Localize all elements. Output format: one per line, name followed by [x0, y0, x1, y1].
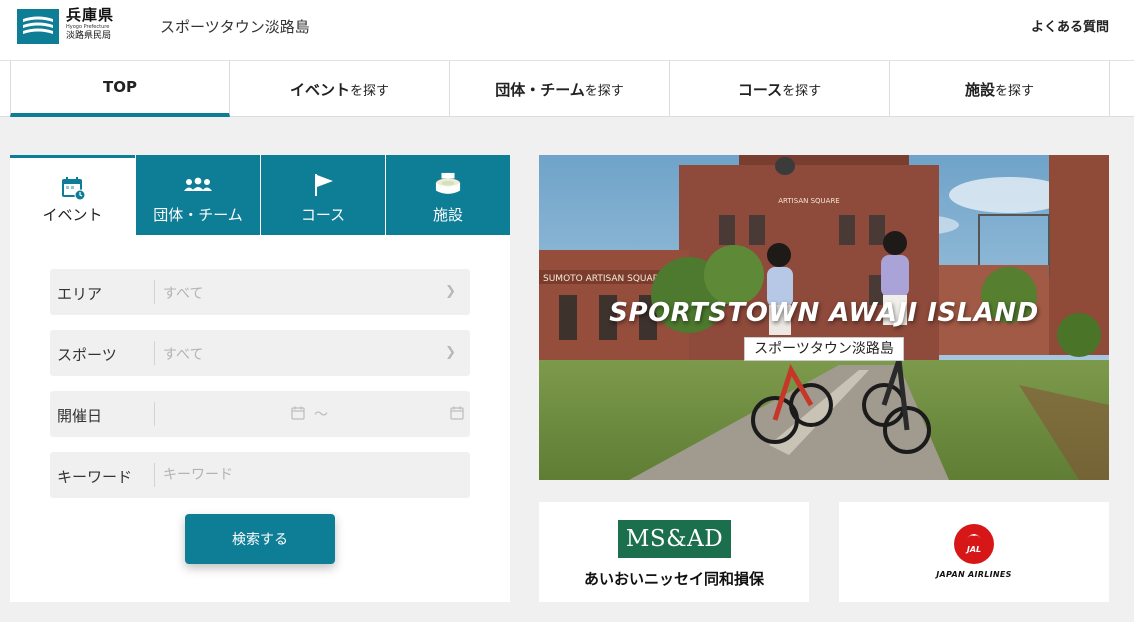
area-select[interactable]: エリア すべて ❯: [50, 269, 470, 315]
building-sign-text: SUMOTO ARTISAN SQUARE: [543, 274, 665, 284]
date-label: 開催日: [57, 407, 103, 425]
end-date-calendar-icon[interactable]: [450, 406, 464, 420]
search-tabs: イベント 団体・チーム コース 施設: [10, 155, 510, 235]
stadium-icon: [435, 172, 461, 194]
tab-facility[interactable]: 施設: [385, 155, 510, 235]
tab-course[interactable]: コース: [260, 155, 385, 235]
prefecture-name: 兵庫県: [66, 6, 115, 24]
nav-label-suffix: を探す: [782, 83, 822, 99]
field-divider: [154, 341, 155, 365]
keyword-label: キーワード: [57, 468, 133, 486]
msad-logo: MS&AD: [618, 520, 731, 558]
tab-label: コース: [300, 206, 346, 224]
date-range-field[interactable]: 開催日 ～: [50, 391, 470, 437]
sponsor-name: あいおいニッセイ同和損保: [583, 570, 764, 588]
site-name[interactable]: スポーツタウン淡路島: [160, 16, 310, 37]
nav-label-suffix: を探す: [995, 83, 1035, 99]
hero-subtitle: スポーツタウン淡路島: [744, 337, 904, 361]
nav-label: 施設: [964, 80, 995, 99]
sponsor-jal[interactable]: JAL JAPAN AIRLINES: [839, 502, 1109, 602]
hero-banner[interactable]: ARTISAN SQUARE SUMOTO ARTISAN SQUARE SPO…: [539, 155, 1109, 480]
faq-link[interactable]: よくある質問: [1031, 16, 1109, 35]
date-separator: ～: [314, 407, 328, 423]
nav-label-suffix: を探す: [350, 83, 390, 99]
group-icon: [184, 177, 212, 191]
field-divider: [154, 402, 155, 426]
nav-label-suffix: を探す: [584, 83, 624, 99]
field-divider: [154, 463, 155, 487]
logo-text[interactable]: 兵庫県 Hyogo Prefecture 淡路県民局: [66, 7, 114, 42]
site-header: 兵庫県 Hyogo Prefecture 淡路県民局 スポーツタウン淡路島 よく…: [0, 0, 1134, 61]
roof-sign-text: ARTISAN SQUARE: [778, 197, 839, 205]
nav-facilities[interactable]: 施設 を探す: [890, 61, 1110, 117]
field-divider: [154, 280, 155, 304]
tab-event[interactable]: イベント: [10, 155, 135, 235]
nav-teams[interactable]: 団体・チーム を探す: [450, 61, 670, 117]
area-value: すべて: [163, 286, 204, 302]
nav-label: イベント: [289, 80, 350, 99]
prefecture-name-en: Hyogo Prefecture: [66, 24, 110, 30]
calendar-icon: [61, 177, 85, 201]
sports-value: すべて: [163, 347, 204, 363]
nav-top[interactable]: TOP: [10, 61, 230, 117]
chevron-right-icon: ❯: [445, 345, 456, 360]
sponsor-msad[interactable]: MS&AD あいおいニッセイ同和損保: [539, 502, 809, 602]
jal-crane-logo-icon: JAL: [954, 524, 994, 564]
chevron-right-icon: ❯: [445, 284, 456, 299]
sponsor-name: JAPAN AIRLINES: [936, 570, 1012, 579]
sports-label: スポーツ: [57, 346, 117, 364]
area-label: エリア: [57, 285, 103, 303]
nav-label: 団体・チーム: [495, 80, 585, 99]
tab-label: イベント: [42, 206, 103, 224]
office-name: 淡路県民局: [66, 31, 112, 41]
search-panel: イベント 団体・チーム コース 施設 エリア すべて ❯ スポーツ すべて ❯ …: [10, 155, 510, 602]
tab-label: 施設: [432, 206, 463, 224]
hero-title: SPORTSTOWN AWAJI ISLAND: [609, 298, 1039, 328]
nav-label: TOP: [103, 78, 137, 96]
keyword-input[interactable]: [163, 464, 453, 486]
nav-courses[interactable]: コース を探す: [670, 61, 890, 117]
nav-events[interactable]: イベント を探す: [230, 61, 450, 117]
nav-label: コース: [737, 80, 783, 99]
hyogo-logo-icon[interactable]: [17, 9, 59, 44]
keyword-field: キーワード: [50, 452, 470, 498]
search-button[interactable]: 検索する: [185, 514, 335, 564]
sports-select[interactable]: スポーツ すべて ❯: [50, 330, 470, 376]
flag-icon: [315, 174, 333, 196]
jal-logo-text: JAL: [965, 545, 981, 554]
start-date-calendar-icon[interactable]: [291, 406, 305, 420]
main-nav: TOP イベント を探す 団体・チーム を探す コース を探す 施設 を探す: [0, 61, 1134, 117]
tab-label: 団体・チーム: [153, 206, 243, 224]
tab-team[interactable]: 団体・チーム: [135, 155, 260, 235]
